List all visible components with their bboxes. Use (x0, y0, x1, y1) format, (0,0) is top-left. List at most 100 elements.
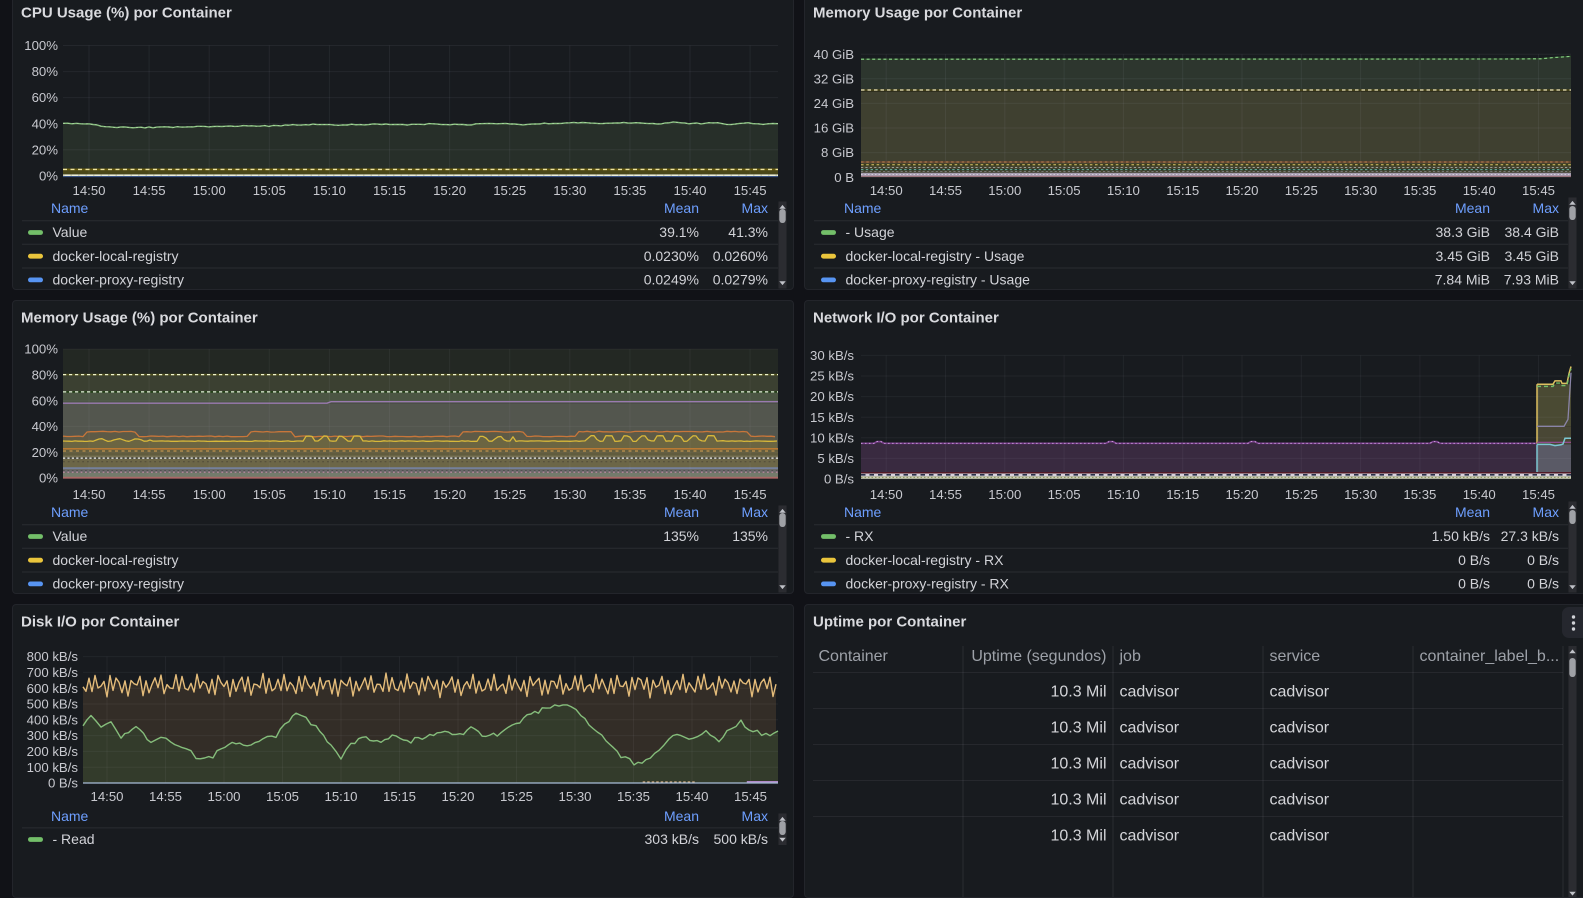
svg-text:15:30: 15:30 (1344, 183, 1377, 198)
svg-text:80%: 80% (32, 368, 59, 383)
svg-text:docker-local-registry - Usage: docker-local-registry - Usage (846, 248, 1025, 264)
svg-text:Max: Max (742, 504, 768, 520)
svg-text:cadvisor: cadvisor (1270, 756, 1330, 773)
svg-text:15:40: 15:40 (1463, 183, 1496, 198)
svg-text:200 kB/s: 200 kB/s (27, 744, 79, 759)
svg-text:0.0260%: 0.0260% (713, 248, 768, 264)
svg-text:14:50: 14:50 (870, 183, 903, 198)
svg-text:0 B/s: 0 B/s (824, 472, 854, 487)
svg-text:5 kB/s: 5 kB/s (817, 451, 854, 466)
svg-text:60%: 60% (32, 90, 59, 105)
svg-text:3.45 GiB: 3.45 GiB (1505, 248, 1559, 264)
svg-text:cadvisor: cadvisor (1120, 792, 1180, 809)
svg-text:10.3 Mil: 10.3 Mil (1050, 792, 1106, 809)
svg-text:15:20: 15:20 (1225, 183, 1258, 198)
svg-text:14:50: 14:50 (72, 487, 105, 502)
svg-text:15:00: 15:00 (207, 789, 240, 804)
svg-text:14:50: 14:50 (72, 183, 105, 198)
svg-text:10.3 Mil: 10.3 Mil (1050, 756, 1106, 773)
svg-text:Max: Max (742, 200, 768, 216)
svg-text:Uptime por Container: Uptime por Container (813, 613, 967, 630)
svg-text:14:55: 14:55 (133, 487, 166, 502)
svg-text:0 B/s: 0 B/s (48, 776, 78, 791)
svg-text:300 kB/s: 300 kB/s (27, 728, 79, 743)
svg-text:15:35: 15:35 (1403, 183, 1436, 198)
svg-text:0.0230%: 0.0230% (644, 248, 699, 264)
svg-text:Disk I/O por Container: Disk I/O por Container (21, 613, 180, 630)
svg-text:Max: Max (1533, 200, 1559, 216)
svg-text:38.3 GiB: 38.3 GiB (1436, 224, 1490, 240)
svg-text:cadvisor: cadvisor (1270, 828, 1330, 845)
svg-text:10.3 Mil: 10.3 Mil (1050, 684, 1106, 701)
svg-text:15:05: 15:05 (266, 789, 299, 804)
svg-text:Mean: Mean (664, 808, 699, 824)
svg-text:15:15: 15:15 (373, 183, 406, 198)
svg-text:cadvisor: cadvisor (1270, 684, 1330, 701)
svg-text:100%: 100% (24, 342, 58, 357)
svg-text:CPU Usage (%) por Container: CPU Usage (%) por Container (21, 4, 232, 21)
svg-text:0.0249%: 0.0249% (644, 272, 699, 288)
svg-text:15:35: 15:35 (613, 183, 646, 198)
svg-text:Mean: Mean (664, 504, 699, 520)
svg-text:job: job (1119, 648, 1141, 665)
svg-text:20 kB/s: 20 kB/s (810, 389, 854, 404)
svg-text:15:30: 15:30 (1344, 487, 1377, 502)
svg-text:15:10: 15:10 (313, 183, 346, 198)
svg-text:docker-proxy-registry - RX: docker-proxy-registry - RX (846, 576, 1010, 592)
svg-text:500 kB/s: 500 kB/s (714, 831, 768, 847)
svg-text:15:05: 15:05 (253, 183, 286, 198)
svg-text:600 kB/s: 600 kB/s (27, 681, 79, 696)
svg-text:Mean: Mean (1455, 200, 1490, 216)
svg-text:15:10: 15:10 (1107, 487, 1140, 502)
svg-text:15:00: 15:00 (193, 183, 226, 198)
svg-text:400 kB/s: 400 kB/s (27, 712, 79, 727)
svg-text:15:10: 15:10 (324, 789, 357, 804)
svg-text:15:15: 15:15 (383, 789, 416, 804)
svg-text:15:25: 15:25 (493, 183, 526, 198)
svg-text:3.45 GiB: 3.45 GiB (1436, 248, 1490, 264)
svg-text:14:55: 14:55 (149, 789, 182, 804)
svg-text:40%: 40% (32, 419, 59, 434)
svg-text:docker-proxy-registry: docker-proxy-registry (53, 272, 184, 288)
svg-text:15:05: 15:05 (253, 487, 286, 502)
svg-text:15:15: 15:15 (1166, 487, 1199, 502)
svg-text:15:15: 15:15 (1166, 183, 1199, 198)
svg-text:14:55: 14:55 (133, 183, 166, 198)
svg-text:container_label_b...: container_label_b... (1420, 648, 1560, 665)
svg-text:15:20: 15:20 (1225, 487, 1258, 502)
svg-text:80%: 80% (32, 64, 59, 79)
svg-text:27.3 kB/s: 27.3 kB/s (1501, 528, 1559, 544)
svg-text:1.50 kB/s: 1.50 kB/s (1432, 528, 1490, 544)
svg-text:15:35: 15:35 (613, 487, 646, 502)
svg-text:15 kB/s: 15 kB/s (810, 410, 854, 425)
svg-text:Max: Max (1533, 504, 1559, 520)
svg-text:7.84 MiB: 7.84 MiB (1435, 272, 1490, 288)
svg-text:- Read: - Read (53, 831, 95, 847)
svg-text:15:45: 15:45 (734, 183, 767, 198)
svg-text:10.3 Mil: 10.3 Mil (1050, 828, 1106, 845)
svg-text:15:05: 15:05 (1048, 487, 1081, 502)
svg-text:60%: 60% (32, 393, 59, 408)
svg-text:Mean: Mean (1455, 504, 1490, 520)
svg-text:15:30: 15:30 (553, 487, 586, 502)
svg-text:20%: 20% (32, 445, 59, 460)
svg-text:15:30: 15:30 (553, 183, 586, 198)
svg-text:Name: Name (844, 504, 882, 520)
svg-text:Uptime (segundos): Uptime (segundos) (971, 648, 1106, 665)
svg-text:14:50: 14:50 (90, 789, 123, 804)
svg-text:0%: 0% (39, 471, 58, 486)
svg-text:15:40: 15:40 (1463, 487, 1496, 502)
svg-text:Memory Usage (%) por Container: Memory Usage (%) por Container (21, 309, 258, 326)
svg-text:32 GiB: 32 GiB (814, 71, 855, 86)
svg-text:0%: 0% (39, 168, 58, 183)
svg-text:500 kB/s: 500 kB/s (27, 697, 79, 712)
svg-text:15:25: 15:25 (493, 487, 526, 502)
svg-text:docker-local-registry - RX: docker-local-registry - RX (846, 552, 1005, 568)
svg-text:Value: Value (53, 224, 88, 240)
svg-text:0 B: 0 B (834, 170, 854, 185)
svg-text:0 B/s: 0 B/s (1458, 576, 1490, 592)
svg-text:15:45: 15:45 (1522, 183, 1555, 198)
svg-text:15:10: 15:10 (1107, 183, 1140, 198)
svg-text:15:20: 15:20 (441, 789, 474, 804)
svg-text:15:00: 15:00 (988, 183, 1021, 198)
